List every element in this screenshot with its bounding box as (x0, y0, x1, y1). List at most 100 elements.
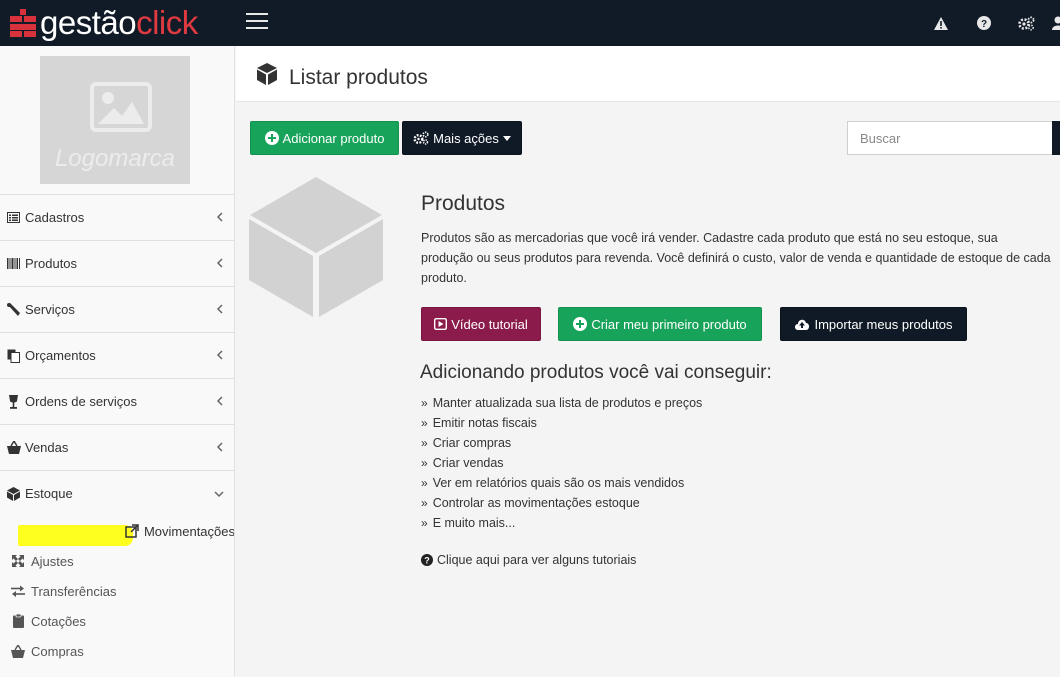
submenu-item-transferencias[interactable]: Transferências (0, 576, 234, 606)
top-navbar: gestãoclick ? (0, 0, 1060, 46)
add-product-label: Adicionar produto (282, 130, 385, 146)
image-icon (90, 82, 152, 132)
submenu-label: Transferências (31, 583, 117, 599)
chevron-left-icon (216, 350, 223, 360)
double-angle-right-icon: » (421, 476, 428, 490)
sidebar-item-label: Ordens de serviços (25, 394, 137, 409)
sidebar-item-ordens-de-servicos[interactable]: Ordens de serviços (0, 378, 234, 424)
external-link-icon (125, 524, 139, 538)
chevron-left-icon (216, 396, 223, 406)
submenu-label: Cotações (31, 613, 86, 629)
chevron-left-icon (216, 258, 223, 268)
sidebar: Logomarca Cadastros Produtos Serviços Or… (0, 46, 235, 677)
list-item: » Ver em relatórios quais são os mais ven… (421, 473, 702, 493)
cogs-icon (413, 131, 429, 145)
page-title: Listar produtos (289, 66, 428, 89)
double-angle-right-icon: » (421, 456, 428, 470)
double-angle-right-icon: » (421, 516, 428, 530)
more-actions-button[interactable]: Mais ações (402, 121, 522, 155)
benefit-text: Emitir notas fiscais (432, 416, 537, 430)
import-products-label: Importar meus produtos (814, 316, 953, 332)
copy-icon (6, 349, 21, 363)
arrows-icon (10, 554, 26, 568)
svg-text:?: ? (424, 556, 430, 566)
warning-icon[interactable] (919, 0, 962, 46)
search-button[interactable] (1052, 121, 1060, 155)
submenu-item-compras[interactable]: Compras (0, 636, 234, 666)
help-icon[interactable]: ? (962, 0, 1005, 46)
product-cube-illustration (249, 177, 383, 317)
menu-toggle-icon[interactable] (246, 13, 268, 31)
benefit-text: E muito mais... (432, 516, 516, 530)
wrench-icon (6, 302, 21, 317)
clipboard-icon (10, 614, 26, 628)
submenu-item-ajustes[interactable]: Ajustes (0, 546, 234, 576)
chevron-left-icon (216, 212, 223, 222)
list-item: » Manter atualizada sua lista de produtos… (421, 393, 702, 413)
chevron-down-icon (214, 491, 224, 498)
basket-icon (10, 644, 26, 658)
basket-icon (6, 441, 21, 455)
sidebar-item-produtos[interactable]: Produtos (0, 240, 234, 286)
double-angle-right-icon: » (421, 396, 428, 410)
sidebar-item-orcamentos[interactable]: Orçamentos (0, 332, 234, 378)
exchange-icon (10, 584, 26, 598)
brand-name-part2: click (136, 4, 198, 41)
plus-circle-icon (573, 317, 588, 331)
brand-name: gestãoclick (40, 4, 198, 42)
sidebar-item-label: Vendas (25, 440, 69, 455)
svg-text:?: ? (980, 19, 986, 30)
chevron-left-icon (216, 304, 223, 314)
cube-icon (6, 486, 21, 501)
sidebar-item-servicos[interactable]: Serviços (0, 286, 234, 332)
sidebar-item-label: Serviços (25, 302, 75, 317)
brand-icon (10, 9, 36, 37)
chevron-left-icon (216, 442, 223, 452)
benefit-text: Criar vendas (432, 456, 504, 470)
submenu-item-cotacoes[interactable]: Cotações (0, 606, 234, 636)
empty-state-description: Produtos são as mercadorias que você irá… (421, 231, 1051, 285)
sidebar-item-label: Estoque (25, 486, 73, 501)
sidebar-item-estoque[interactable]: Estoque (0, 470, 234, 516)
benefits-list: » Manter atualizada sua lista de produtos… (421, 393, 702, 533)
settings-icon[interactable] (1005, 0, 1048, 46)
list-item: » E muito mais... (421, 513, 702, 533)
submenu-item-movimentacoes[interactable]: Movimentações (0, 516, 235, 546)
yellow-highlight (18, 524, 133, 546)
list-item: » Controlar as movimentações estoque (421, 493, 702, 513)
sidebar-item-label: Cadastros (25, 210, 85, 225)
submenu-label: Movimentações (143, 523, 235, 539)
tutorials-link[interactable]: ? Clique aqui para ver alguns tutoriais (421, 553, 636, 567)
brand-logo[interactable]: gestãoclick (10, 4, 198, 42)
benefits-title: Adicionando produtos você vai conseguir: (420, 362, 772, 383)
list-item: » Criar vendas (421, 453, 702, 473)
more-actions-label: Mais ações (433, 130, 499, 146)
list-item: » Emitir notas fiscais (421, 413, 702, 433)
sidebar-item-vendas[interactable]: Vendas (0, 424, 234, 470)
double-angle-right-icon: » (421, 436, 428, 450)
video-tutorial-button[interactable]: Vídeo tutorial (421, 307, 541, 341)
page-header: Listar produtos (236, 46, 1060, 102)
cloud-upload-icon (795, 319, 810, 330)
add-product-button[interactable]: Adicionar produto (250, 121, 399, 155)
benefit-text: Controlar as movimentações estoque (432, 496, 640, 510)
create-first-product-button[interactable]: Criar meu primeiro produto (558, 307, 762, 341)
import-products-button[interactable]: Importar meus produtos (780, 307, 967, 341)
brand-name-part1: gestão (40, 4, 137, 41)
benefit-text: Criar compras (432, 436, 512, 450)
barcode-icon (6, 257, 21, 271)
user-icon[interactable] (1048, 0, 1060, 46)
sidebar-menu: Cadastros Produtos Serviços Orçamentos O… (0, 194, 235, 666)
glass-icon (6, 394, 21, 409)
tutorials-link-label: Clique aqui para ver alguns tutoriais (437, 553, 637, 567)
sidebar-item-label: Produtos (25, 256, 78, 271)
plus-circle-icon (264, 131, 279, 145)
sidebar-item-label: Orçamentos (25, 348, 96, 363)
play-video-icon (434, 318, 448, 330)
search-input[interactable] (847, 121, 1060, 155)
logo-label: Logomarca (54, 145, 176, 172)
company-logo-placeholder[interactable]: Logomarca (40, 56, 190, 184)
double-angle-right-icon: » (421, 416, 428, 430)
sidebar-item-cadastros[interactable]: Cadastros (0, 194, 234, 240)
benefit-text: Manter atualizada sua lista de produtos … (432, 396, 703, 410)
